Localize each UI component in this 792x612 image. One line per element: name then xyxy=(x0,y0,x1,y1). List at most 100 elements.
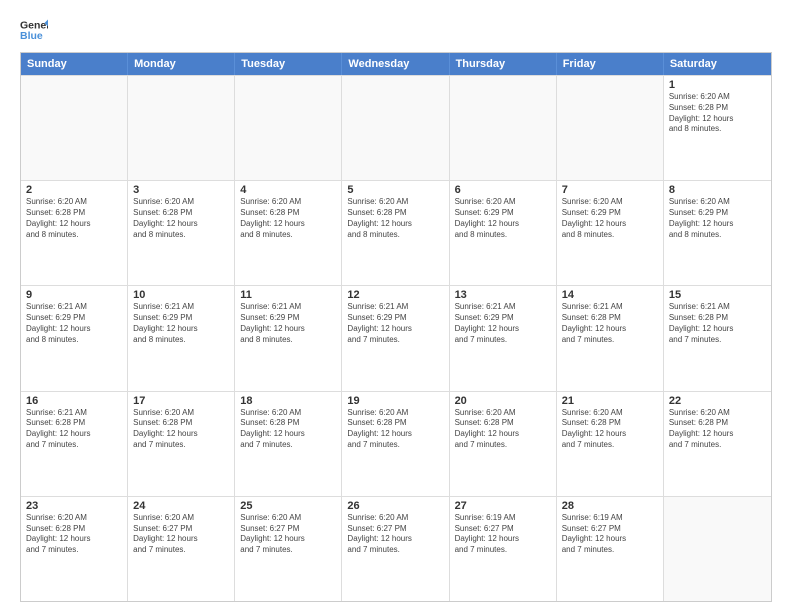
day-number: 22 xyxy=(669,395,766,407)
day-info: Sunrise: 6:20 AMSunset: 6:28 PMDaylight:… xyxy=(133,197,229,240)
header: General Blue xyxy=(20,16,772,44)
calendar-cell: 28Sunrise: 6:19 AMSunset: 6:27 PMDayligh… xyxy=(557,497,664,601)
day-number: 12 xyxy=(347,289,443,301)
calendar-header-saturday: Saturday xyxy=(664,53,771,75)
calendar-week-2: 2Sunrise: 6:20 AMSunset: 6:28 PMDaylight… xyxy=(21,180,771,285)
calendar-cell: 13Sunrise: 6:21 AMSunset: 6:29 PMDayligh… xyxy=(450,286,557,390)
calendar-cell: 14Sunrise: 6:21 AMSunset: 6:28 PMDayligh… xyxy=(557,286,664,390)
day-info: Sunrise: 6:20 AMSunset: 6:28 PMDaylight:… xyxy=(26,197,122,240)
calendar-cell: 20Sunrise: 6:20 AMSunset: 6:28 PMDayligh… xyxy=(450,392,557,496)
day-info: Sunrise: 6:20 AMSunset: 6:29 PMDaylight:… xyxy=(669,197,766,240)
day-info: Sunrise: 6:20 AMSunset: 6:29 PMDaylight:… xyxy=(455,197,551,240)
day-info: Sunrise: 6:20 AMSunset: 6:28 PMDaylight:… xyxy=(133,408,229,451)
calendar-header-tuesday: Tuesday xyxy=(235,53,342,75)
logo: General Blue xyxy=(20,16,52,44)
calendar-cell: 4Sunrise: 6:20 AMSunset: 6:28 PMDaylight… xyxy=(235,181,342,285)
calendar-cell: 10Sunrise: 6:21 AMSunset: 6:29 PMDayligh… xyxy=(128,286,235,390)
calendar-cell: 7Sunrise: 6:20 AMSunset: 6:29 PMDaylight… xyxy=(557,181,664,285)
day-info: Sunrise: 6:19 AMSunset: 6:27 PMDaylight:… xyxy=(562,513,658,556)
calendar-cell: 1Sunrise: 6:20 AMSunset: 6:28 PMDaylight… xyxy=(664,76,771,180)
calendar-body: 1Sunrise: 6:20 AMSunset: 6:28 PMDaylight… xyxy=(21,75,771,601)
day-info: Sunrise: 6:21 AMSunset: 6:29 PMDaylight:… xyxy=(240,302,336,345)
day-info: Sunrise: 6:19 AMSunset: 6:27 PMDaylight:… xyxy=(455,513,551,556)
day-number: 25 xyxy=(240,500,336,512)
svg-text:Blue: Blue xyxy=(20,30,43,42)
day-number: 18 xyxy=(240,395,336,407)
day-number: 17 xyxy=(133,395,229,407)
day-number: 28 xyxy=(562,500,658,512)
day-number: 13 xyxy=(455,289,551,301)
calendar-cell xyxy=(235,76,342,180)
calendar-cell xyxy=(21,76,128,180)
calendar-cell xyxy=(342,76,449,180)
page: General Blue SundayMondayTuesdayWednesda… xyxy=(0,0,792,612)
day-number: 20 xyxy=(455,395,551,407)
logo-icon: General Blue xyxy=(20,16,48,44)
calendar-cell: 24Sunrise: 6:20 AMSunset: 6:27 PMDayligh… xyxy=(128,497,235,601)
day-number: 8 xyxy=(669,184,766,196)
day-info: Sunrise: 6:21 AMSunset: 6:28 PMDaylight:… xyxy=(669,302,766,345)
day-info: Sunrise: 6:20 AMSunset: 6:28 PMDaylight:… xyxy=(240,197,336,240)
calendar-cell: 22Sunrise: 6:20 AMSunset: 6:28 PMDayligh… xyxy=(664,392,771,496)
day-info: Sunrise: 6:20 AMSunset: 6:28 PMDaylight:… xyxy=(455,408,551,451)
day-number: 3 xyxy=(133,184,229,196)
day-number: 10 xyxy=(133,289,229,301)
calendar-header: SundayMondayTuesdayWednesdayThursdayFrid… xyxy=(21,53,771,75)
day-info: Sunrise: 6:20 AMSunset: 6:28 PMDaylight:… xyxy=(669,408,766,451)
day-info: Sunrise: 6:20 AMSunset: 6:28 PMDaylight:… xyxy=(562,408,658,451)
calendar-cell: 19Sunrise: 6:20 AMSunset: 6:28 PMDayligh… xyxy=(342,392,449,496)
calendar-cell: 27Sunrise: 6:19 AMSunset: 6:27 PMDayligh… xyxy=(450,497,557,601)
calendar-cell: 26Sunrise: 6:20 AMSunset: 6:27 PMDayligh… xyxy=(342,497,449,601)
calendar: SundayMondayTuesdayWednesdayThursdayFrid… xyxy=(20,52,772,602)
day-number: 9 xyxy=(26,289,122,301)
calendar-cell xyxy=(450,76,557,180)
day-number: 6 xyxy=(455,184,551,196)
day-info: Sunrise: 6:20 AMSunset: 6:29 PMDaylight:… xyxy=(562,197,658,240)
calendar-header-wednesday: Wednesday xyxy=(342,53,449,75)
day-number: 24 xyxy=(133,500,229,512)
day-info: Sunrise: 6:21 AMSunset: 6:29 PMDaylight:… xyxy=(26,302,122,345)
day-info: Sunrise: 6:20 AMSunset: 6:28 PMDaylight:… xyxy=(26,513,122,556)
day-number: 26 xyxy=(347,500,443,512)
calendar-week-4: 16Sunrise: 6:21 AMSunset: 6:28 PMDayligh… xyxy=(21,391,771,496)
calendar-cell xyxy=(664,497,771,601)
day-info: Sunrise: 6:20 AMSunset: 6:27 PMDaylight:… xyxy=(347,513,443,556)
calendar-cell: 12Sunrise: 6:21 AMSunset: 6:29 PMDayligh… xyxy=(342,286,449,390)
day-info: Sunrise: 6:21 AMSunset: 6:28 PMDaylight:… xyxy=(562,302,658,345)
day-number: 19 xyxy=(347,395,443,407)
calendar-cell: 21Sunrise: 6:20 AMSunset: 6:28 PMDayligh… xyxy=(557,392,664,496)
day-info: Sunrise: 6:21 AMSunset: 6:28 PMDaylight:… xyxy=(26,408,122,451)
day-info: Sunrise: 6:20 AMSunset: 6:27 PMDaylight:… xyxy=(240,513,336,556)
day-info: Sunrise: 6:20 AMSunset: 6:28 PMDaylight:… xyxy=(347,408,443,451)
day-number: 7 xyxy=(562,184,658,196)
calendar-week-5: 23Sunrise: 6:20 AMSunset: 6:28 PMDayligh… xyxy=(21,496,771,601)
day-number: 4 xyxy=(240,184,336,196)
day-info: Sunrise: 6:21 AMSunset: 6:29 PMDaylight:… xyxy=(455,302,551,345)
calendar-cell: 5Sunrise: 6:20 AMSunset: 6:28 PMDaylight… xyxy=(342,181,449,285)
calendar-cell xyxy=(557,76,664,180)
day-info: Sunrise: 6:20 AMSunset: 6:28 PMDaylight:… xyxy=(347,197,443,240)
calendar-cell: 18Sunrise: 6:20 AMSunset: 6:28 PMDayligh… xyxy=(235,392,342,496)
day-info: Sunrise: 6:20 AMSunset: 6:28 PMDaylight:… xyxy=(240,408,336,451)
calendar-week-1: 1Sunrise: 6:20 AMSunset: 6:28 PMDaylight… xyxy=(21,75,771,180)
day-number: 21 xyxy=(562,395,658,407)
calendar-cell: 9Sunrise: 6:21 AMSunset: 6:29 PMDaylight… xyxy=(21,286,128,390)
day-info: Sunrise: 6:20 AMSunset: 6:28 PMDaylight:… xyxy=(669,92,766,135)
calendar-header-sunday: Sunday xyxy=(21,53,128,75)
day-number: 27 xyxy=(455,500,551,512)
day-number: 11 xyxy=(240,289,336,301)
day-number: 16 xyxy=(26,395,122,407)
calendar-cell: 23Sunrise: 6:20 AMSunset: 6:28 PMDayligh… xyxy=(21,497,128,601)
calendar-cell: 25Sunrise: 6:20 AMSunset: 6:27 PMDayligh… xyxy=(235,497,342,601)
calendar-cell: 11Sunrise: 6:21 AMSunset: 6:29 PMDayligh… xyxy=(235,286,342,390)
day-number: 5 xyxy=(347,184,443,196)
day-number: 1 xyxy=(669,79,766,91)
calendar-cell: 17Sunrise: 6:20 AMSunset: 6:28 PMDayligh… xyxy=(128,392,235,496)
calendar-cell: 2Sunrise: 6:20 AMSunset: 6:28 PMDaylight… xyxy=(21,181,128,285)
calendar-cell: 15Sunrise: 6:21 AMSunset: 6:28 PMDayligh… xyxy=(664,286,771,390)
day-number: 15 xyxy=(669,289,766,301)
day-info: Sunrise: 6:21 AMSunset: 6:29 PMDaylight:… xyxy=(133,302,229,345)
calendar-header-monday: Monday xyxy=(128,53,235,75)
calendar-header-thursday: Thursday xyxy=(450,53,557,75)
calendar-cell: 16Sunrise: 6:21 AMSunset: 6:28 PMDayligh… xyxy=(21,392,128,496)
